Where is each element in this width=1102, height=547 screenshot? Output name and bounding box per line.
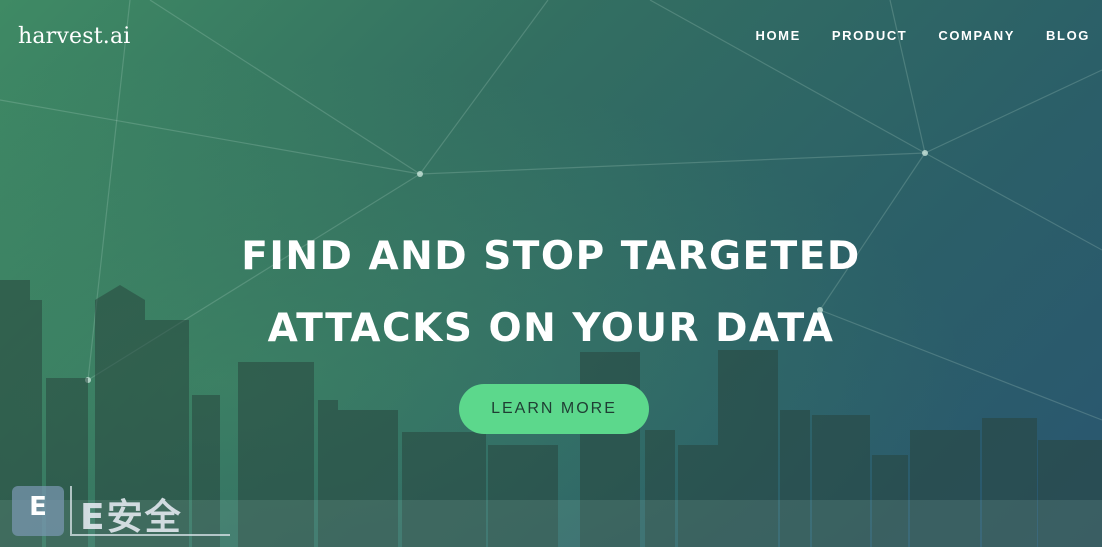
- hero-headline-line1: FIND AND STOP TARGETED: [241, 234, 861, 279]
- nav-item-product[interactable]: PRODUCT: [832, 28, 907, 43]
- watermark-badge-letter: E: [29, 492, 47, 522]
- e-badge-icon: E: [12, 486, 64, 536]
- learn-more-button[interactable]: LEARN MORE: [459, 384, 649, 434]
- main-nav: HOME PRODUCT COMPANY BLOG: [724, 28, 1090, 43]
- nav-item-company[interactable]: COMPANY: [938, 28, 1015, 43]
- watermark-text: E安全: [80, 497, 183, 538]
- watermark: E E安全: [8, 484, 232, 540]
- hero-headline-line2: ATTACKS ON YOUR DATA: [267, 306, 835, 351]
- brand-logo[interactable]: harvest.ai: [18, 24, 131, 49]
- nav-item-home[interactable]: HOME: [755, 28, 800, 43]
- hero-section: harvest.ai HOME PRODUCT COMPANY BLOG FIN…: [0, 0, 1102, 547]
- nav-item-blog[interactable]: BLOG: [1046, 28, 1090, 43]
